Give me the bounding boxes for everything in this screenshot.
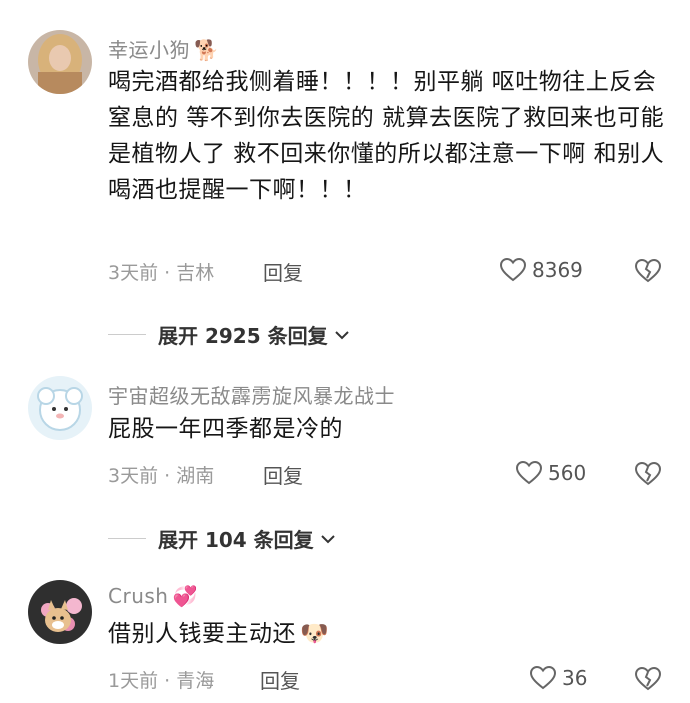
- username[interactable]: 幸运小狗 🐕: [108, 34, 219, 63]
- comment-text-content: 借别人钱要主动还: [108, 621, 296, 647]
- comment-text: 屁股一年四季都是冷的: [108, 416, 343, 442]
- broken-heart-icon[interactable]: [635, 666, 661, 692]
- like-button[interactable]: 560: [516, 461, 586, 485]
- comment-text: 喝完酒都给我侧着睡！！！！别平躺 呕吐物往上反会窒息的 等不到你去医院的 就算去…: [108, 69, 665, 203]
- heart-outline-icon: [500, 258, 526, 282]
- broken-heart-icon[interactable]: [635, 461, 661, 487]
- like-button[interactable]: 36: [530, 666, 587, 690]
- avatar[interactable]: [28, 580, 92, 644]
- reply-button[interactable]: 回复: [263, 257, 303, 286]
- reply-button[interactable]: 回复: [263, 460, 303, 489]
- comment-meta: 1天前 · 青海: [108, 670, 215, 692]
- expand-replies-label: 展开 2925 条回复: [158, 324, 328, 348]
- heart-outline-icon: [516, 461, 542, 485]
- username[interactable]: Crush 💞: [108, 584, 198, 608]
- divider-line: [108, 538, 146, 539]
- avatar[interactable]: [28, 376, 92, 440]
- expand-replies-button[interactable]: 展开 104 条回复: [108, 524, 336, 553]
- broken-heart-icon[interactable]: [635, 258, 661, 284]
- like-count: 36: [562, 666, 588, 690]
- chevron-down-icon: [334, 330, 349, 339]
- like-button[interactable]: 8369: [500, 258, 583, 282]
- comment-meta: 3天前 · 湖南: [108, 465, 215, 487]
- reply-button[interactable]: 回复: [260, 665, 300, 694]
- chevron-down-icon: [320, 534, 335, 543]
- username[interactable]: 宇宙超级无敌霹雳旋风暴龙战士: [108, 380, 395, 409]
- like-count: 560: [548, 461, 587, 485]
- hearts-emoji: 💞: [172, 584, 198, 608]
- dog-emoji: 🐕: [194, 38, 220, 62]
- avatar[interactable]: [28, 30, 92, 94]
- dog-face-emoji: 🐶: [300, 621, 330, 647]
- comment-meta: 3天前 · 吉林: [108, 262, 215, 284]
- like-count: 8369: [532, 258, 583, 282]
- heart-outline-icon: [530, 666, 556, 690]
- username-text: Crush: [108, 584, 169, 608]
- username-text: 幸运小狗: [108, 38, 190, 62]
- comment-text: 借别人钱要主动还 🐶: [108, 616, 668, 652]
- expand-replies-button[interactable]: 展开 2925 条回复: [108, 320, 350, 349]
- divider-line: [108, 334, 146, 335]
- expand-replies-label: 展开 104 条回复: [158, 528, 314, 552]
